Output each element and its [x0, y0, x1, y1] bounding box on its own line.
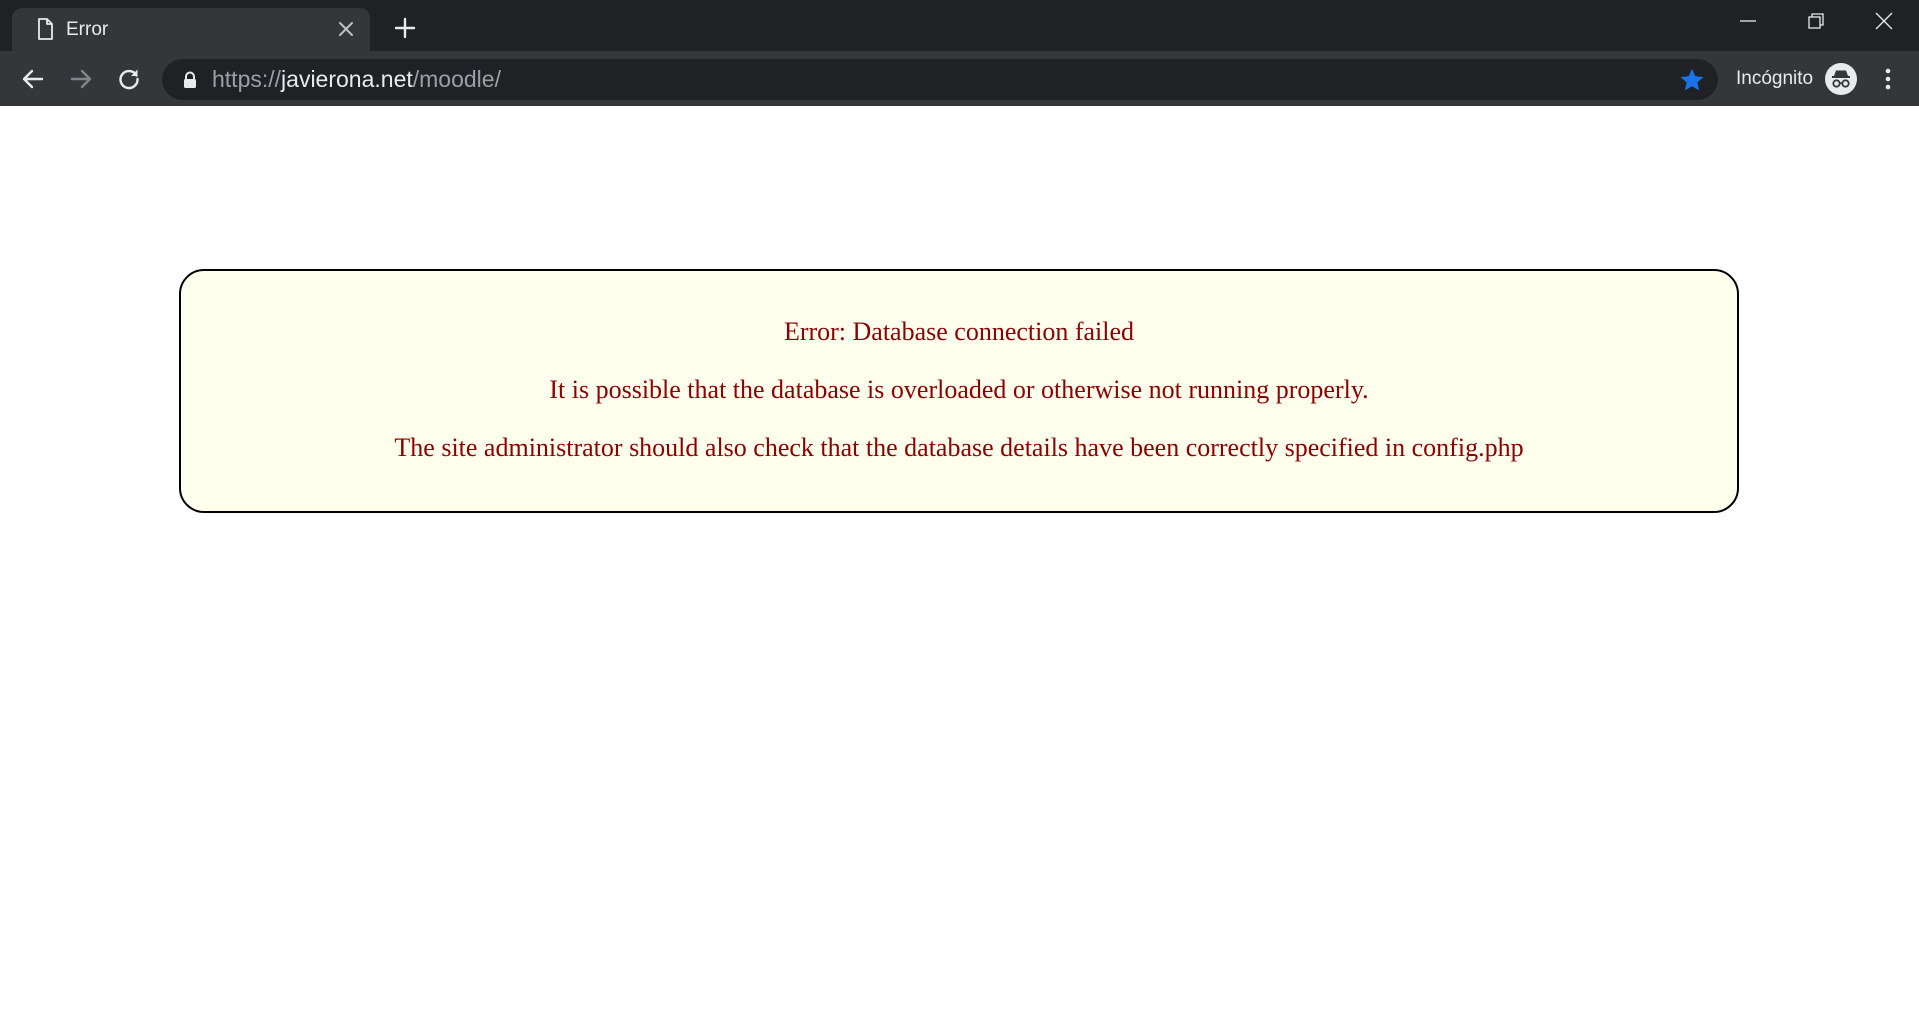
close-icon — [1875, 12, 1893, 30]
back-button[interactable] — [16, 62, 50, 96]
reload-icon — [119, 69, 139, 90]
tab-strip: Error — [0, 0, 1919, 51]
forward-arrow-icon — [70, 69, 92, 89]
tab-title: Error — [66, 19, 109, 40]
window-close-button[interactable] — [1850, 0, 1918, 42]
page-icon — [32, 16, 58, 42]
error-hint: The site administrator should also check… — [394, 433, 1524, 462]
url-scheme: https:// — [212, 66, 282, 92]
url-path: /moodle/ — [412, 66, 501, 92]
reload-button[interactable] — [112, 62, 146, 96]
restore-icon — [1808, 13, 1824, 29]
address-bar[interactable]: https://javierona.net/moodle/ — [162, 59, 1718, 100]
minimize-icon — [1740, 20, 1756, 22]
forward-button[interactable] — [64, 62, 98, 96]
tab-close-icon[interactable] — [334, 17, 358, 41]
restore-button[interactable] — [1782, 0, 1850, 42]
url-text[interactable]: https://javierona.net/moodle/ — [212, 59, 501, 100]
kebab-menu-icon[interactable] — [1874, 62, 1902, 96]
browser-toolbar: https://javierona.net/moodle/ Incógnito — [0, 51, 1919, 106]
error-box: Error: Database connection failed It is … — [179, 269, 1739, 513]
incognito-label[interactable]: Incógnito — [1736, 51, 1813, 106]
browser-window: Error https://javierona.net/moodle/ Incó… — [0, 0, 1919, 1020]
url-host: javierona.net — [281, 66, 413, 92]
page-content: Error: Database connection failed It is … — [0, 106, 1919, 1020]
lock-icon[interactable] — [181, 70, 199, 90]
minimize-button[interactable] — [1714, 0, 1782, 42]
incognito-icon[interactable] — [1824, 62, 1858, 96]
error-title: Error: Database connection failed — [783, 317, 1135, 346]
back-arrow-icon — [22, 69, 44, 89]
error-message: It is possible that the database is over… — [549, 375, 1369, 404]
tab-error[interactable]: Error — [12, 8, 370, 51]
star-icon[interactable] — [1678, 66, 1706, 94]
plus-icon[interactable] — [389, 12, 421, 44]
